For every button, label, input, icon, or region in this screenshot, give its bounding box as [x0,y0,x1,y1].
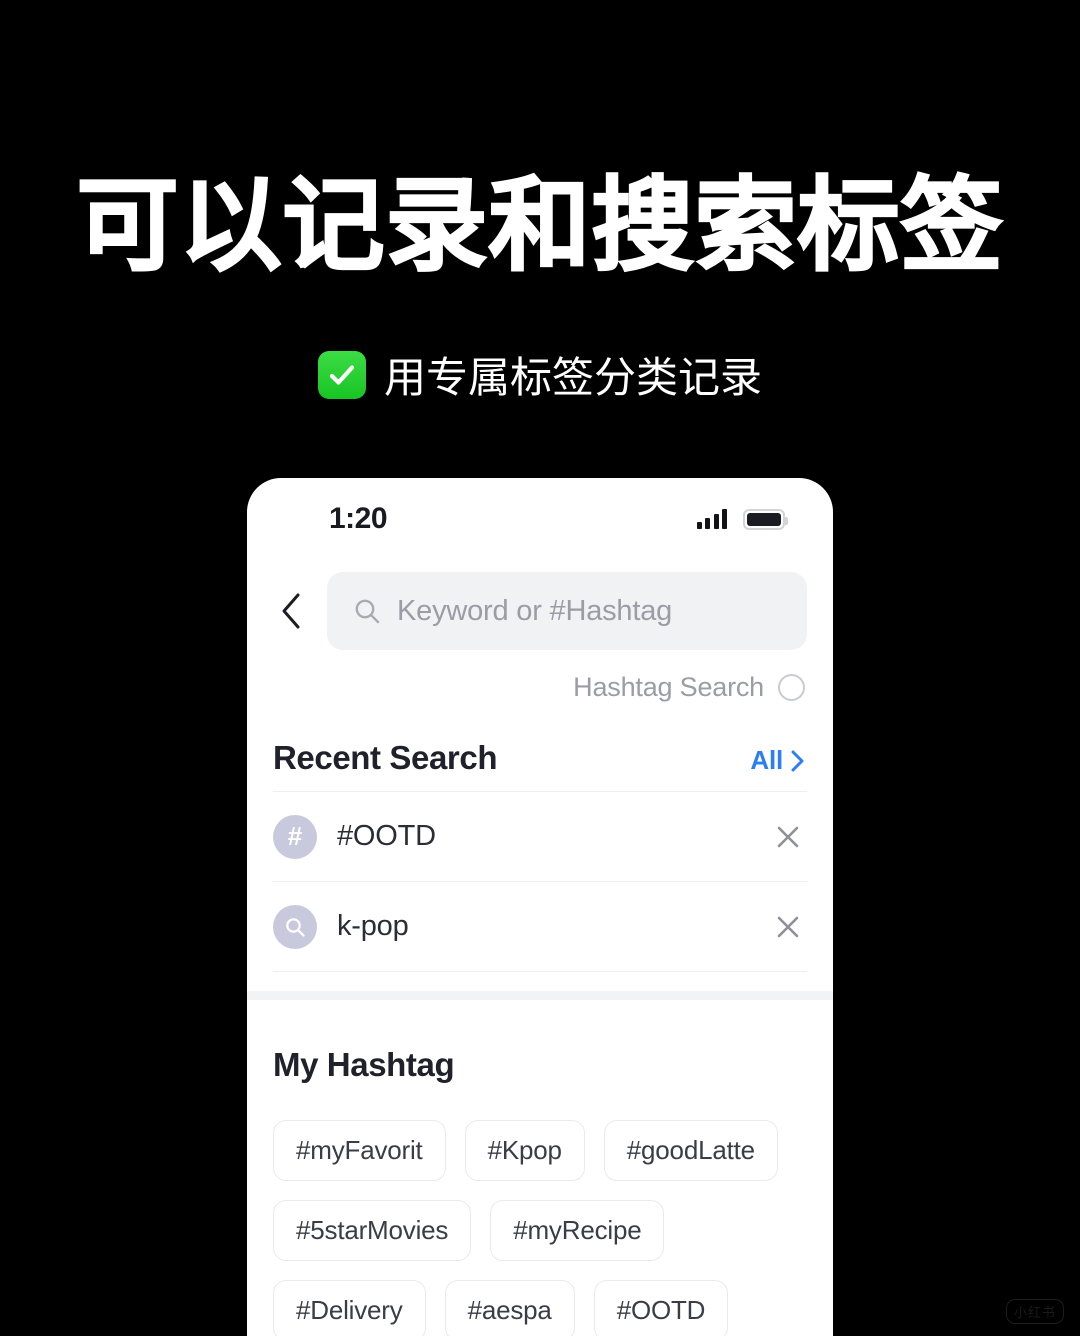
signal-bars-icon [696,509,727,529]
battery-full-icon [743,508,788,530]
search-input[interactable]: Keyword or #Hashtag [327,572,807,650]
page-title: 可以记录和搜索标签 [76,167,1004,286]
hashtag-chip[interactable]: #aespa [444,1280,575,1336]
chevron-left-icon [282,593,300,629]
white-check-mark-emoji-icon [317,350,366,399]
hashtag-chip[interactable]: #goodLatte [603,1120,778,1181]
hashtag-chip[interactable]: #OOTD [593,1280,729,1336]
list-item[interactable]: # #OOTD [247,792,833,881]
hashtag-icon: # [273,814,317,859]
recent-search-title: Recent Search [273,739,498,776]
close-icon[interactable] [771,820,805,854]
hashtag-chip[interactable]: #myRecipe [490,1200,665,1261]
section-separator-band [247,991,833,1000]
hashtag-chip[interactable]: #5starMovies [273,1200,472,1261]
list-item[interactable]: k-pop [247,882,833,971]
search-icon [355,599,380,624]
hashtag-search-label: Hashtag Search [573,672,764,702]
close-icon[interactable] [771,910,805,944]
radio-unchecked-icon[interactable] [778,674,805,701]
all-label: All [750,745,783,775]
list-item-label: k-pop [337,910,409,942]
recent-search-header: Recent Search All [247,703,833,791]
search-icon [273,904,317,949]
hashtag-chip[interactable]: #Delivery [273,1280,426,1336]
hashtag-chip[interactable]: #myFavorit [273,1120,446,1181]
hashtag-chip[interactable]: #Kpop [464,1120,585,1181]
poster-subtitle-row: 用专属标签分类记录 [0,344,1080,405]
list-item-label: #OOTD [337,820,436,852]
phone-mockup: 1:20 Keyword or #Hashtag Hashtag Search … [247,478,833,1336]
poster-canvas: 可以记录和搜索标签 用专属标签分类记录 1:20 Keyword or #Has… [0,0,1080,1336]
recent-search-all-link[interactable]: All [750,745,805,776]
hashtag-search-toggle[interactable]: Hashtag Search [247,650,833,703]
my-hashtag-title: My Hashtag [273,1046,455,1083]
chevron-right-icon [791,750,804,771]
poster-subtitle: 用专属标签分类记录 [383,353,762,402]
watermark: 小红书 [1005,1299,1064,1324]
search-bar-row: Keyword or #Hashtag [247,560,833,650]
my-hashtag-chip-list: #myFavorit #Kpop #goodLatte #5starMovies… [247,1084,833,1336]
status-bar: 1:20 [247,478,833,560]
back-button[interactable] [269,584,313,638]
search-input-placeholder: Keyword or #Hashtag [397,594,673,627]
status-bar-indicators [696,508,788,530]
divider [273,971,807,972]
status-bar-clock: 1:20 [329,502,388,535]
